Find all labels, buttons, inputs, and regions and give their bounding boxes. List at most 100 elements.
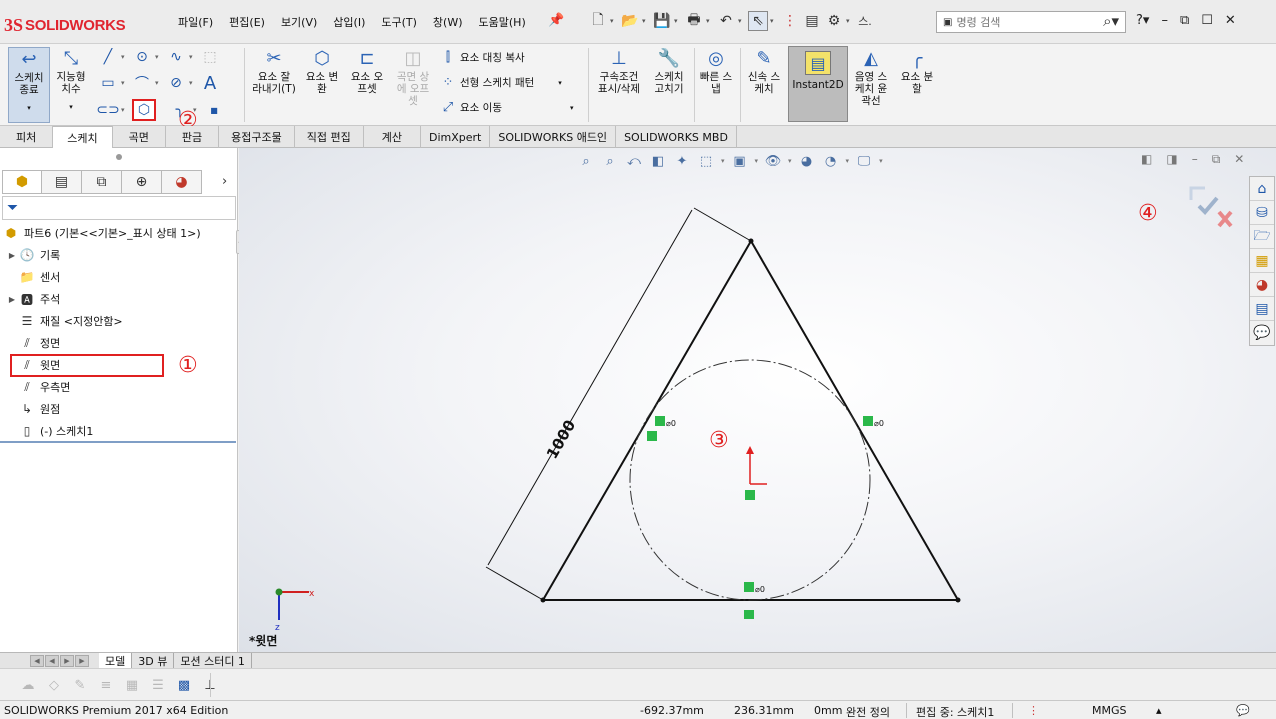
menu-insert[interactable]: 삽입(I) (333, 14, 365, 30)
tab-evaluate[interactable]: 계산 (364, 126, 421, 148)
appearance-icon[interactable]: ◇ (44, 676, 64, 694)
panel-more-chevron-icon[interactable]: › (222, 174, 227, 189)
panel-grip-dot[interactable] (116, 154, 122, 160)
rapid-sketch-button[interactable]: ✎ 신속 스 케치 (744, 47, 784, 96)
exit-sketch-button[interactable]: ↩ 스케치 종료 ▾ (8, 47, 50, 123)
status-units[interactable]: MMGS (1092, 704, 1127, 717)
save-dropdown-icon[interactable]: ▾ (674, 17, 682, 25)
tree-item-front-plane[interactable]: ⫽ 정면 (6, 333, 60, 353)
tab-sheet-metal[interactable]: 판금 (166, 126, 220, 148)
tree-rollback-bar[interactable] (0, 441, 236, 443)
tab-sketch[interactable]: 스케치 (53, 126, 113, 148)
linear-pattern-dropdown-icon[interactable]: ▾ (558, 79, 562, 87)
ellipse-dropdown-icon[interactable]: ▾ (189, 79, 197, 87)
feedback-icon[interactable]: 💬 (1236, 704, 1250, 717)
tab-dimxpert[interactable]: DimXpert (421, 126, 491, 148)
tree-item-history[interactable]: ▶ 🕓 기록 (6, 245, 60, 265)
search-magnifier-icon[interactable]: ⌕▾ (1103, 12, 1119, 30)
traffic-light-icon[interactable]: ⋮ (780, 11, 800, 31)
construction-icon[interactable]: ⬚ (200, 48, 220, 66)
linear-pattern-button[interactable]: ⁘ 선형 스케치 패턴 ▾ (440, 75, 562, 90)
tab-direct-editing[interactable]: 직접 편집 (295, 126, 364, 148)
colored-grid-icon[interactable]: ▩ (174, 676, 194, 694)
property-manager-tab-icon[interactable]: ▤ (42, 170, 82, 194)
restore-icon[interactable]: ⧉ (1180, 13, 1189, 28)
move-dropdown-icon[interactable]: ▾ (570, 104, 574, 112)
menu-edit[interactable]: 편집(E) (229, 14, 265, 30)
offset-on-surface-button[interactable]: ◫ 곡면 상 에 오프 셋 (392, 47, 434, 108)
triangle-left-edge[interactable] (542, 240, 752, 601)
tangent-relation-glyph[interactable] (655, 416, 665, 426)
slot-icon[interactable]: ⊂⊃ (96, 101, 119, 119)
select-cursor-icon[interactable]: ⇖ (748, 11, 768, 31)
options-gear-icon[interactable]: ⚙ (824, 11, 844, 31)
tab-model[interactable]: 모델 (99, 652, 133, 669)
tree-root-part[interactable]: ⬢ 파트6 (기본<<기본>_표시 상태 1>) (2, 223, 201, 243)
rebuild-traffic-light-icon[interactable]: ⋮ (1028, 704, 1039, 717)
search-extra-label[interactable]: 스. (856, 11, 874, 31)
arc-dropdown-icon[interactable]: ▾ (155, 79, 163, 87)
viewport-next-icon[interactable]: ◨ (1166, 152, 1177, 167)
spline-icon[interactable]: ∿ (166, 48, 186, 66)
viewport-prev-icon[interactable]: ◧ (1141, 152, 1152, 167)
new-document-icon[interactable]: 🗋 (588, 11, 608, 31)
coincident-relation-glyph[interactable] (647, 431, 657, 441)
view-settings-dropdown-icon[interactable]: ▾ (879, 157, 883, 165)
viewport-restore-icon[interactable]: ⧉ (1212, 152, 1221, 167)
maximize-icon[interactable]: ☐ (1201, 13, 1213, 28)
circle-dropdown-icon[interactable]: ▾ (155, 53, 163, 61)
offset-entities-button[interactable]: ⊏ 요소 오 프셋 (346, 47, 388, 96)
hide-show-icon[interactable]: ☁ (18, 676, 38, 694)
sketch-canvas[interactable]: 1000 ⌀0 ⌀0 ⌀0 x z (239, 148, 1276, 652)
ellipse-icon[interactable]: ⊘ (166, 74, 186, 92)
tab-3d-view[interactable]: 3D 뷰 (132, 652, 175, 669)
menu-help[interactable]: 도움말(H) (479, 14, 526, 30)
graphics-area[interactable]: 1000 ⌀0 ⌀0 ⌀0 x z ③ ④ ⌕ ⌕ ⤺ ◧ ✦ ⬚ ▾ ▣ ▾ 👁 ▾… (239, 148, 1276, 652)
trim-entities-button[interactable]: ✂ 요소 잘 라내기(T) (250, 47, 298, 96)
smart-dimension-button[interactable]: ⤡ 지능형 치수 ▾ (52, 47, 90, 113)
slot-dropdown-icon[interactable]: ▾ (121, 106, 129, 114)
tab-motion-study[interactable]: 모션 스터디 1 (174, 652, 252, 669)
tree-filter-box[interactable]: ⏷ (2, 196, 236, 220)
circle-icon[interactable]: ⊙ (132, 48, 152, 66)
tab-surfaces[interactable]: 곡면 (113, 126, 166, 148)
lines-icon[interactable]: ≡ (96, 676, 116, 694)
viewport-close-icon[interactable]: ✕ (1234, 152, 1244, 167)
display-style-icon[interactable]: ▣ (731, 152, 749, 170)
tangent-relation-glyph[interactable] (863, 416, 873, 426)
tab-weldments[interactable]: 용접구조물 (219, 126, 295, 148)
point-icon[interactable]: ■ (204, 101, 224, 119)
menu-view[interactable]: 보기(V) (281, 14, 317, 30)
command-search-box[interactable]: ▣ ⌕▾ (936, 11, 1126, 33)
polygon-icon[interactable]: ⬡ (132, 99, 156, 121)
save-icon[interactable]: 💾 (652, 11, 672, 31)
open-folder-icon[interactable]: 📂 (620, 11, 640, 31)
undo-icon[interactable]: ↶ (716, 11, 736, 31)
tree-item-sketch1[interactable]: ▯ (-) 스케치1 (6, 421, 94, 441)
spline-dropdown-icon[interactable]: ▾ (189, 53, 197, 61)
rectangle-icon[interactable]: ▭ (98, 74, 118, 92)
select-dropdown-icon[interactable]: ▾ (770, 17, 778, 25)
filter-funnel-icon[interactable]: ⏷ (7, 200, 18, 216)
exit-sketch-dropdown-icon[interactable]: ▾ (27, 102, 31, 114)
dimension-line[interactable] (487, 209, 693, 566)
tab-mbd[interactable]: SOLIDWORKS MBD (616, 126, 737, 148)
menu-file[interactable]: 파일(F) (178, 14, 213, 30)
arc-icon[interactable]: ⌒ (132, 74, 152, 92)
first-tab-icon[interactable]: ◀ (30, 654, 44, 667)
mirror-entities-button[interactable]: ⫿ 요소 대칭 복사 (440, 50, 525, 65)
dynamic-annotation-icon[interactable]: ✦ (673, 152, 691, 170)
file-explorer-icon[interactable]: 🗁 (1250, 225, 1274, 249)
print-dropdown-icon[interactable]: ▾ (706, 17, 714, 25)
minimize-icon[interactable]: – (1161, 13, 1168, 28)
cancel-x-icon[interactable] (1217, 210, 1233, 228)
display-manager-tab-icon[interactable]: ◕ (162, 170, 202, 194)
exit-sketch-corner-icon[interactable] (1189, 186, 1205, 200)
zoom-to-fit-icon[interactable]: ⌕ (577, 152, 595, 170)
menu-window[interactable]: 창(W) (433, 14, 463, 30)
undo-dropdown-icon[interactable]: ▾ (738, 17, 746, 25)
appearances-scenes-icon[interactable]: ◕ (1250, 273, 1274, 297)
solidworks-forum-icon[interactable]: 💬 (1250, 321, 1274, 345)
custom-properties-icon[interactable]: ▤ (1250, 297, 1274, 321)
split-entities-button[interactable]: ╭ 요소 분 할 (896, 47, 938, 96)
